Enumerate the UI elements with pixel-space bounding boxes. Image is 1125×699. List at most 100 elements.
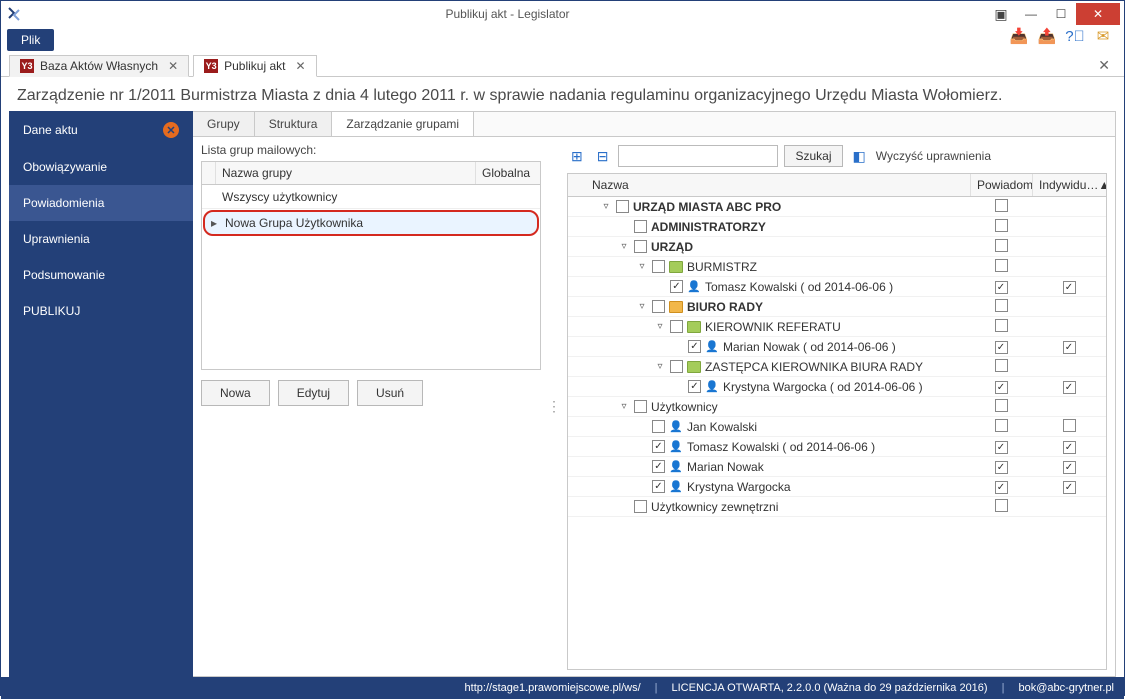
individual-checkbox[interactable] bbox=[1063, 341, 1076, 354]
delete-button[interactable]: Usuń bbox=[357, 380, 423, 406]
search-input[interactable] bbox=[618, 145, 778, 167]
grid-header-global[interactable]: Globalna bbox=[476, 162, 540, 184]
notify-checkbox[interactable] bbox=[995, 441, 1008, 454]
tree-row[interactable]: 👤Marian Nowak ( od 2014-06-06 ) bbox=[568, 337, 1106, 357]
expand-icon[interactable]: ▿ bbox=[618, 241, 630, 252]
notify-checkbox[interactable] bbox=[995, 239, 1008, 252]
notify-checkbox[interactable] bbox=[995, 461, 1008, 474]
select-checkbox[interactable] bbox=[652, 260, 665, 273]
tree-header-name[interactable]: Nazwa bbox=[586, 174, 970, 196]
inner-tab-struktura[interactable]: Struktura bbox=[255, 112, 333, 136]
sidebar-item-obowiazywanie[interactable]: Obowiązywanie bbox=[9, 149, 193, 185]
individual-checkbox[interactable] bbox=[1063, 481, 1076, 494]
select-checkbox[interactable] bbox=[670, 360, 683, 373]
edit-button[interactable]: Edytuj bbox=[278, 380, 349, 406]
tree-row[interactable]: Użytkownicy zewnętrzni bbox=[568, 497, 1106, 517]
close-circle-icon[interactable]: ✕ bbox=[163, 122, 179, 138]
select-checkbox[interactable] bbox=[616, 200, 629, 213]
sidebar-item-dane-aktu[interactable]: Dane aktu ✕ bbox=[9, 111, 193, 149]
individual-checkbox[interactable] bbox=[1063, 419, 1076, 432]
group-row[interactable]: ▸Nowa Grupa Użytkownika bbox=[203, 210, 539, 236]
notify-checkbox[interactable] bbox=[995, 199, 1008, 212]
tree-row[interactable]: ▿URZĄD bbox=[568, 237, 1106, 257]
notify-checkbox[interactable] bbox=[995, 319, 1008, 332]
notify-checkbox[interactable] bbox=[995, 499, 1008, 512]
select-checkbox[interactable] bbox=[652, 440, 665, 453]
menu-file[interactable]: Plik bbox=[7, 29, 54, 51]
expand-icon[interactable]: ▿ bbox=[654, 321, 666, 332]
select-checkbox[interactable] bbox=[634, 400, 647, 413]
expand-all-icon[interactable]: ⊞ bbox=[567, 148, 587, 165]
inner-tab-grupy[interactable]: Grupy bbox=[193, 112, 255, 136]
select-checkbox[interactable] bbox=[634, 220, 647, 233]
inner-tab-zarzadzanie[interactable]: Zarządzanie grupami bbox=[332, 112, 474, 136]
individual-checkbox[interactable] bbox=[1063, 461, 1076, 474]
outbox-icon[interactable]: 📤 bbox=[1038, 27, 1056, 45]
doc-tab-baza[interactable]: Y3 Baza Aktów Własnych ✕ bbox=[9, 55, 189, 77]
tree-row[interactable]: 👤Marian Nowak bbox=[568, 457, 1106, 477]
notify-checkbox[interactable] bbox=[995, 399, 1008, 412]
select-checkbox[interactable] bbox=[652, 420, 665, 433]
expand-icon[interactable]: ▿ bbox=[600, 201, 612, 212]
close-button[interactable]: ✕ bbox=[1076, 3, 1120, 25]
pin-button[interactable]: ▣ bbox=[986, 3, 1016, 25]
expand-icon[interactable]: ▿ bbox=[618, 401, 630, 412]
tree-row[interactable]: 👤Krystyna Wargocka bbox=[568, 477, 1106, 497]
expand-icon[interactable]: ▿ bbox=[654, 361, 666, 372]
sidebar-item-publikuj[interactable]: PUBLIKUJ bbox=[9, 293, 193, 329]
notify-checkbox[interactable] bbox=[995, 359, 1008, 372]
close-icon[interactable]: ✕ bbox=[296, 59, 306, 73]
notify-checkbox[interactable] bbox=[995, 381, 1008, 394]
notify-checkbox[interactable] bbox=[995, 481, 1008, 494]
select-checkbox[interactable] bbox=[670, 280, 683, 293]
tree-row[interactable]: ▿BURMISTRZ bbox=[568, 257, 1106, 277]
expand-icon[interactable]: ▿ bbox=[636, 301, 648, 312]
sidebar-item-podsumowanie[interactable]: Podsumowanie bbox=[9, 257, 193, 293]
tree-row[interactable]: 👤Tomasz Kowalski ( od 2014-06-06 ) bbox=[568, 277, 1106, 297]
close-icon[interactable]: ✕ bbox=[168, 59, 178, 73]
select-checkbox[interactable] bbox=[634, 240, 647, 253]
individual-checkbox[interactable] bbox=[1063, 441, 1076, 454]
clear-permissions-label[interactable]: Wyczyść uprawnienia bbox=[876, 149, 991, 163]
notify-checkbox[interactable] bbox=[995, 219, 1008, 232]
individual-checkbox[interactable] bbox=[1063, 281, 1076, 294]
group-row[interactable]: Wszyscy użytkownicy bbox=[202, 185, 540, 209]
mail-icon[interactable]: ✉ bbox=[1094, 27, 1112, 45]
select-checkbox[interactable] bbox=[634, 500, 647, 513]
tree-row[interactable]: 👤Jan Kowalski bbox=[568, 417, 1106, 437]
search-button[interactable]: Szukaj bbox=[784, 145, 842, 167]
notify-checkbox[interactable] bbox=[995, 341, 1008, 354]
minimize-button[interactable]: — bbox=[1016, 3, 1046, 25]
inbox-icon[interactable]: 📥 bbox=[1010, 27, 1028, 45]
individual-checkbox[interactable] bbox=[1063, 381, 1076, 394]
notify-checkbox[interactable] bbox=[995, 299, 1008, 312]
notify-checkbox[interactable] bbox=[995, 259, 1008, 272]
tree-row[interactable]: ▿KIEROWNIK REFERATU bbox=[568, 317, 1106, 337]
select-checkbox[interactable] bbox=[688, 380, 701, 393]
sidebar-item-powiadomienia[interactable]: Powiadomienia bbox=[9, 185, 193, 221]
new-button[interactable]: Nowa bbox=[201, 380, 270, 406]
select-checkbox[interactable] bbox=[688, 340, 701, 353]
notify-checkbox[interactable] bbox=[995, 419, 1008, 432]
tree-header-individual[interactable]: Indywidu… ▲ bbox=[1032, 174, 1106, 196]
select-checkbox[interactable] bbox=[652, 460, 665, 473]
doc-tab-publikuj[interactable]: Y3 Publikuj akt ✕ bbox=[193, 55, 316, 77]
eraser-icon[interactable]: ◧ bbox=[849, 148, 870, 165]
close-all-tabs[interactable]: ✕ bbox=[1092, 55, 1116, 76]
select-checkbox[interactable] bbox=[652, 480, 665, 493]
tree-row[interactable]: ▿Użytkownicy bbox=[568, 397, 1106, 417]
maximize-button[interactable]: ☐ bbox=[1046, 3, 1076, 25]
tree-row[interactable]: ▿URZĄD MIASTA ABC PRO bbox=[568, 197, 1106, 217]
tree-row[interactable]: ▿ZASTĘPCA KIEROWNIKA BIURA RADY bbox=[568, 357, 1106, 377]
tree-row[interactable]: 👤Krystyna Wargocka ( od 2014-06-06 ) bbox=[568, 377, 1106, 397]
select-checkbox[interactable] bbox=[670, 320, 683, 333]
grid-header-name[interactable]: Nazwa grupy bbox=[216, 162, 476, 184]
collapse-all-icon[interactable]: ⊟ bbox=[593, 148, 613, 165]
tree-row[interactable]: ADMINISTRATORZY bbox=[568, 217, 1106, 237]
splitter-handle[interactable]: ⋮ bbox=[549, 143, 559, 670]
select-checkbox[interactable] bbox=[652, 300, 665, 313]
expand-icon[interactable]: ▿ bbox=[636, 261, 648, 272]
help-icon[interactable]: ?⃝ bbox=[1066, 27, 1084, 45]
notify-checkbox[interactable] bbox=[995, 281, 1008, 294]
sidebar-item-uprawnienia[interactable]: Uprawnienia bbox=[9, 221, 193, 257]
